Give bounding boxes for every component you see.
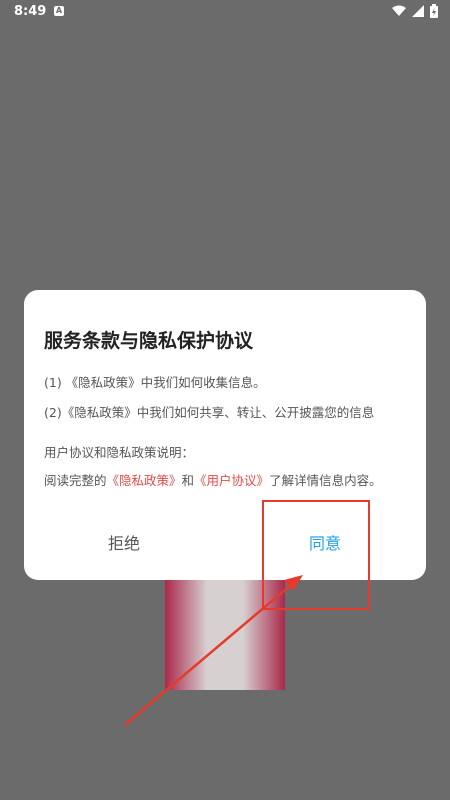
battery-icon (430, 4, 438, 18)
agree-button[interactable]: 同意 (309, 530, 341, 554)
status-time: 8:49 (14, 4, 47, 19)
note-suffix: 了解详情信息内容。 (269, 473, 382, 488)
note-line: 阅读完整的《隐私政策》和《用户协议》了解详情信息内容。 (44, 470, 382, 489)
note-and: 和 (181, 473, 195, 488)
privacy-policy-link[interactable]: 《隐私政策》 (107, 473, 182, 488)
status-bar: 8:49 A (0, 0, 450, 24)
signal-icon (412, 5, 424, 17)
reject-button[interactable]: 拒绝 (108, 530, 140, 554)
policy-item-2: (2)《隐私政策》中我们如何共享、转让、公开披露您的信息 (44, 405, 375, 420)
user-agreement-link[interactable]: 《用户协议》 (194, 473, 269, 488)
wifi-icon (392, 5, 406, 16)
notification-icon: A (54, 6, 64, 16)
note-prefix: 阅读完整的 (44, 473, 107, 488)
background-image (165, 580, 285, 690)
status-icons (392, 4, 438, 18)
note-heading: 用户协议和隐私政策说明： (44, 445, 195, 460)
privacy-dialog: 服务条款与隐私保护协议 (1) 《隐私政策》中我们如何收集信息。 (2)《隐私政… (24, 290, 426, 580)
dialog-title: 服务条款与隐私保护协议 (44, 330, 254, 352)
policy-item-1: (1) 《隐私政策》中我们如何收集信息。 (44, 375, 266, 390)
